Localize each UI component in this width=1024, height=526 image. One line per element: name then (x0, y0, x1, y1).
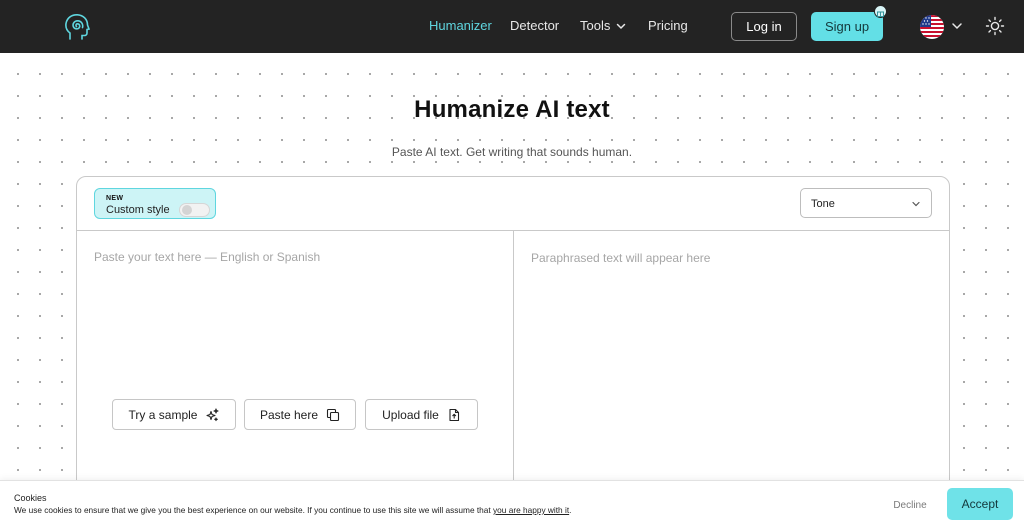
login-button[interactable]: Log in (731, 12, 797, 41)
nav-link-detector[interactable]: Detector (510, 18, 559, 33)
signup-button[interactable]: Sign up (811, 12, 883, 41)
output-placeholder-text: Paraphrased text will appear here (531, 251, 711, 265)
tone-select[interactable]: Tone (800, 188, 932, 218)
cookie-banner: Cookies We use cookies to ensure that we… (0, 480, 1024, 526)
switch-knob (182, 205, 192, 215)
upload-file-button[interactable]: Upload file (365, 399, 478, 430)
signup-gift-badge-icon (874, 5, 887, 18)
cookie-message: We use cookies to ensure that we give yo… (14, 505, 571, 515)
us-flag-icon[interactable] (920, 15, 944, 39)
try-sample-label: Try a sample (128, 407, 198, 422)
chevron-down-icon (912, 201, 920, 207)
upload-file-label: Upload file (382, 407, 439, 422)
editor-toolbar: NEW Custom style Tone (77, 177, 949, 231)
humanizer-editor-card: NEW Custom style Tone Try a sample Paste… (76, 176, 950, 506)
nav-tools-label: Tools (580, 18, 611, 33)
custom-style-switch[interactable] (179, 203, 210, 217)
language-chevron-down-icon[interactable] (951, 20, 963, 32)
nav-link-tools[interactable]: Tools (580, 18, 626, 33)
accept-cookies-button[interactable]: Accept (947, 488, 1013, 520)
cookie-title: Cookies (14, 493, 47, 503)
cookie-policy-link[interactable]: you are happy with it (493, 505, 569, 515)
try-sample-button[interactable]: Try a sample (112, 399, 236, 430)
decline-cookies-button[interactable]: Decline (880, 497, 940, 513)
sun-icon[interactable] (985, 16, 1005, 36)
tone-select-label: Tone (811, 198, 835, 210)
new-badge: NEW (106, 195, 124, 202)
custom-style-toggle-chip[interactable]: NEW Custom style (94, 188, 216, 219)
page-subtitle: Paste AI text. Get writing that sounds h… (391, 145, 633, 159)
cookie-message-end: . (569, 505, 572, 515)
sparkles-icon (206, 407, 220, 421)
paste-here-label: Paste here (259, 407, 319, 422)
input-text-area[interactable] (94, 250, 494, 390)
input-pane: Try a sample Paste here Upload file (77, 231, 514, 505)
chevron-down-icon (617, 23, 626, 29)
head-spiral-logo-icon[interactable] (64, 13, 90, 41)
output-pane: Paraphrased text will appear here (514, 231, 949, 505)
cookie-message-text: We use cookies to ensure that we give yo… (14, 505, 494, 515)
nav-link-humanizer[interactable]: Humanizer (429, 18, 492, 33)
copy-icon (326, 408, 340, 421)
page-title: Humanize AI text (414, 96, 610, 123)
file-upload-icon (449, 408, 459, 421)
custom-style-label: Custom style (106, 204, 170, 216)
paste-here-button[interactable]: Paste here (244, 399, 356, 430)
nav-link-pricing[interactable]: Pricing (648, 18, 688, 33)
top-nav-bar: Humanizer Detector Tools Pricing Log in … (0, 0, 1024, 53)
